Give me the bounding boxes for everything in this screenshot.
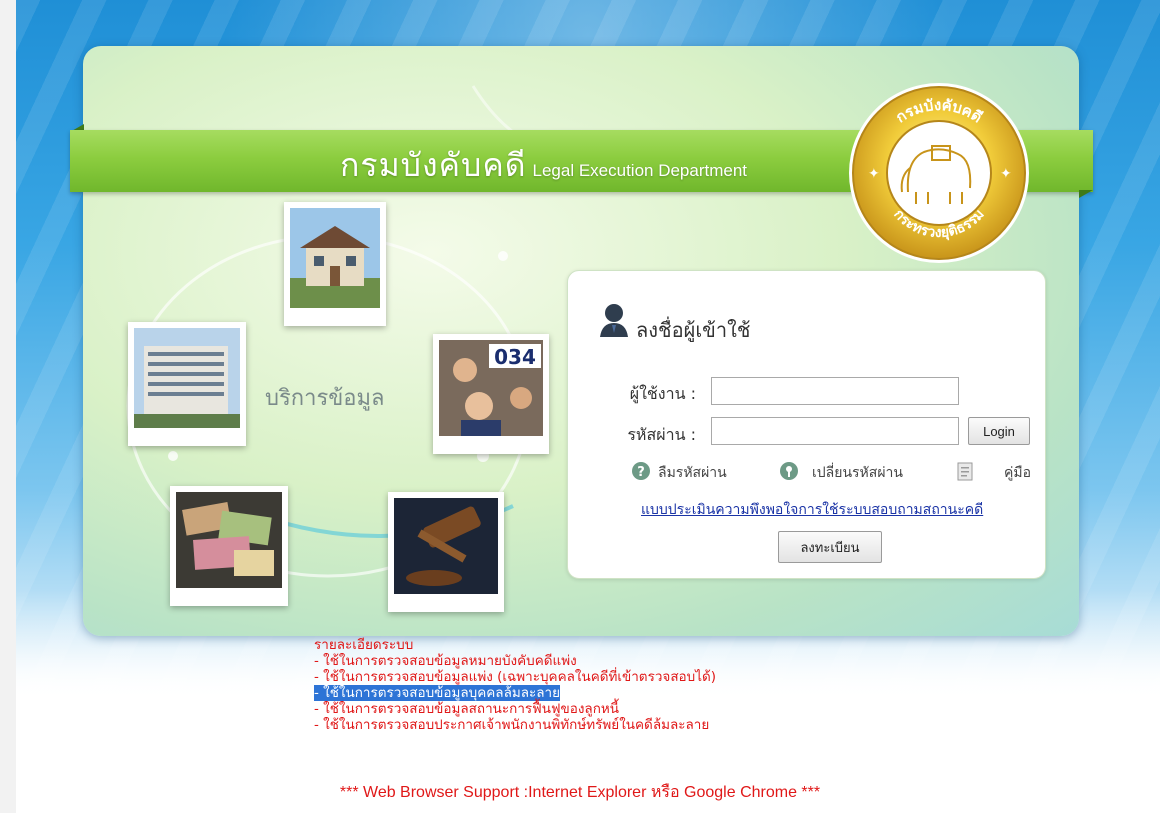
browser-support-notice: *** Web Browser Support :Internet Explor… xyxy=(339,784,821,801)
photo-crowd: 034 xyxy=(433,334,549,454)
forgot-password-link[interactable]: ลืมรหัสผ่าน xyxy=(658,462,727,484)
photo-number: 034 xyxy=(494,345,536,369)
details-item: - ใช้ในการตรวจสอบข้อมูลสถานะการฟื้นฟูของ… xyxy=(314,701,620,717)
details-heading: รายละเอียดระบบ xyxy=(314,637,414,653)
login-title: ลงชื่อผู้เข้าใช้ xyxy=(636,318,751,342)
services-label: บริการข้อมูล xyxy=(265,386,385,411)
photo-house xyxy=(284,202,386,326)
register-button[interactable]: ลงทะเบียน xyxy=(778,531,882,563)
details-item: - ใช้ในการตรวจสอบข้อมูลหมายบังคับคดีแพ่ง xyxy=(314,653,577,669)
password-label: รหัสผ่าน : xyxy=(627,425,696,444)
department-title: กรมบังคับคดี Legal Execution Department xyxy=(340,140,840,184)
username-label: ผู้ใช้งาน : xyxy=(629,384,696,403)
manual-link[interactable]: คู่มือ xyxy=(1004,462,1031,484)
department-seal-logo: กรมบังคับคดี กระทรวงยุติธรรม ✦ ✦ xyxy=(849,83,1029,263)
browser-left-margin xyxy=(0,0,16,813)
svg-text:?: ? xyxy=(637,465,645,480)
money-image xyxy=(176,492,282,588)
house-image xyxy=(290,208,380,308)
photo-building xyxy=(128,322,246,446)
manual-icon xyxy=(957,462,973,481)
building-image xyxy=(134,328,240,428)
user-icon xyxy=(600,304,628,337)
details-item: - ใช้ในการตรวจสอบข้อมูลแพ่ง (เฉพาะบุคคลใ… xyxy=(314,669,717,685)
svg-text:✦: ✦ xyxy=(868,166,880,182)
svg-text:✦: ✦ xyxy=(1000,166,1012,182)
system-details: รายละเอียดระบบ - ใช้ในการตรวจสอบข้อมูลหม… xyxy=(314,637,716,733)
key-icon xyxy=(780,462,798,480)
photo-money xyxy=(170,486,288,606)
title-thai: กรมบังคับคดี xyxy=(340,146,527,184)
photo-gavel xyxy=(388,492,504,612)
gavel-image xyxy=(394,498,498,594)
question-icon: ? xyxy=(632,462,650,480)
satisfaction-survey-link[interactable]: แบบประเมินความพึงพอใจการใช้ระบบสอบถามสถา… xyxy=(641,499,983,521)
username-input[interactable] xyxy=(711,377,959,405)
password-input[interactable] xyxy=(711,417,959,445)
details-item: - ใช้ในการตรวจสอบประกาศเจ้าพนักงานพิทักษ… xyxy=(314,717,710,733)
crowd-image: 034 xyxy=(439,340,543,436)
title-english: Legal Execution Department xyxy=(532,161,748,180)
details-item-selected: - ใช้ในการตรวจสอบข้อมูลบุคคลล้มละลาย xyxy=(314,685,561,701)
login-button[interactable]: Login xyxy=(968,417,1030,445)
change-password-link[interactable]: เปลี่ยนรหัสผ่าน xyxy=(812,462,903,484)
